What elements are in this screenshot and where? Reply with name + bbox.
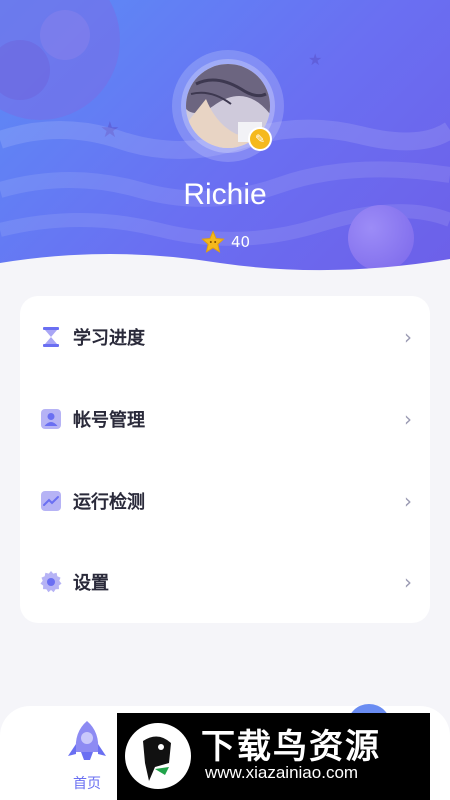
chart-line-icon: [39, 489, 63, 513]
hourglass-icon: [39, 325, 63, 349]
watermark-title: 下载鸟资源: [201, 727, 381, 767]
header-bottom-wave: [0, 254, 450, 285]
chevron-right-icon: ›: [404, 325, 412, 349]
watermark-url: www.xiazainiao.com: [205, 763, 359, 782]
planet-decoration: [40, 10, 90, 60]
watermark-banner: 下载鸟资源 www.xiazainiao.com: [117, 713, 430, 800]
menu-item-run-check[interactable]: 运行检测 ›: [20, 471, 430, 531]
star-decoration-icon: ★: [308, 50, 323, 69]
menu-item-label: 帐号管理: [73, 410, 145, 431]
menu-item-label: 设置: [73, 573, 109, 594]
user-card-icon: [39, 407, 63, 431]
menu-item-label: 运行检测: [73, 492, 145, 513]
bird-logo-icon: [125, 723, 191, 789]
chevron-right-icon: ›: [404, 570, 412, 594]
tab-home-label: 首页: [73, 776, 101, 792]
menu-item-settings[interactable]: 设置 ›: [20, 552, 430, 612]
chevron-right-icon: ›: [404, 489, 412, 513]
edit-avatar-button[interactable]: ✎: [248, 127, 272, 151]
chevron-right-icon: ›: [404, 407, 412, 431]
gear-icon: [39, 570, 63, 594]
profile-header: ★ ★ ✎ Richie 40: [0, 0, 450, 285]
menu-item-label: 学习进度: [73, 328, 145, 349]
rocket-icon: [68, 721, 106, 760]
pencil-icon: ✎: [254, 132, 266, 146]
menu-item-account-management[interactable]: 帐号管理 ›: [20, 389, 430, 449]
menu-card: 学习进度 › 帐号管理 › 运行检测 › 设置 ›: [20, 296, 430, 623]
menu-item-learning-progress[interactable]: 学习进度 ›: [20, 307, 430, 367]
tab-home[interactable]: 首页: [62, 718, 112, 798]
